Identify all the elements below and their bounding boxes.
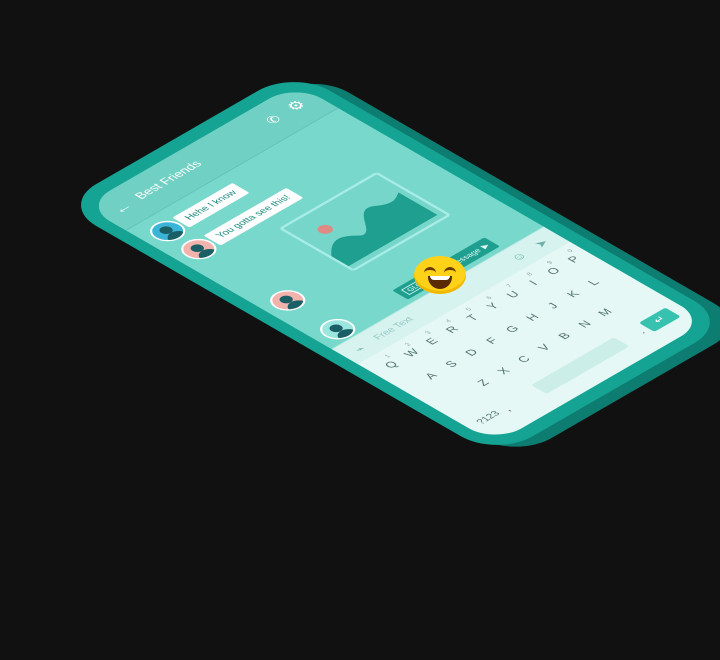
arrow-left-icon[interactable]: ← [108,197,141,216]
image-placeholder-icon [317,192,438,267]
key-label: O [543,265,564,277]
key-number-hint: 0 [566,248,575,254]
stage: ← Best Friends ✆ ⚙ Hehe I know You gotta… [0,0,720,660]
key-l[interactable]: L [580,275,606,290]
key-number-hint: 8 [525,272,535,277]
key-p[interactable]: P0 [561,248,587,267]
key-n[interactable]: N [572,317,598,332]
key-label: I [525,278,541,287]
emoji-teeth [430,276,450,280]
phone-icon[interactable]: ✆ [262,113,285,126]
emoji-eye [424,267,436,276]
smiley-icon[interactable]: ☺ [507,250,531,264]
key-y[interactable]: Y6 [480,295,506,314]
key-number-hint: 7 [505,283,514,289]
paperclip-icon[interactable]: ⌁ [350,343,370,354]
key-z[interactable]: Z [470,375,496,390]
key-label: Q [381,358,401,371]
key-label: T [463,312,482,323]
key-label: W [400,346,423,359]
comma-key[interactable]: , [499,405,514,413]
key-g[interactable]: G [499,322,525,337]
key-c[interactable]: C [511,352,537,367]
key-u[interactable]: U7 [500,283,526,302]
key-t[interactable]: T5 [459,307,485,325]
key-w[interactable]: W2 [399,342,425,360]
key-k[interactable]: K [560,286,586,301]
key-v[interactable]: V [531,340,557,355]
emoji-eye [444,267,456,276]
key-number-hint: 3 [424,330,433,336]
key-a[interactable]: A [418,368,444,383]
key-s[interactable]: S [438,357,464,372]
chevron-right-icon: ▶ [478,241,492,250]
key-label: Y [483,300,502,312]
key-x[interactable]: X [491,363,517,378]
laughing-emoji-icon [414,256,466,294]
image-sun [317,224,333,234]
key-label: R [442,323,462,335]
key-label: P [564,253,583,265]
avatar [262,286,313,315]
enter-key[interactable]: ↵ [638,307,681,332]
key-o[interactable]: O9 [540,260,566,279]
key-label: U [503,288,523,300]
key-f[interactable]: F [479,333,505,348]
gear-icon[interactable]: ⚙ [282,97,311,114]
key-h[interactable]: H [519,310,545,325]
phone-device: ← Best Friends ✆ ⚙ Hehe I know You gotta… [60,70,720,459]
key-number-hint: 1 [383,353,393,359]
send-icon[interactable]: ➤ [531,237,553,250]
key-j[interactable]: J [540,298,566,313]
key-i[interactable]: I8 [520,272,546,290]
image-card[interactable] [278,171,452,272]
key-number-hint: 9 [546,260,555,266]
period-key[interactable]: . [634,327,649,335]
key-number-hint: 6 [485,295,494,301]
key-e[interactable]: E3 [419,330,445,349]
key-m[interactable]: M [592,305,618,320]
key-b[interactable]: B [551,328,577,343]
key-d[interactable]: D [459,345,485,360]
key-q[interactable]: Q1 [378,353,404,372]
key-number-hint: 4 [444,318,454,324]
symbols-key[interactable]: ?123 [474,410,502,426]
key-r[interactable]: R4 [439,318,465,337]
key-number-hint: 5 [464,307,474,313]
key-label: E [422,335,441,347]
